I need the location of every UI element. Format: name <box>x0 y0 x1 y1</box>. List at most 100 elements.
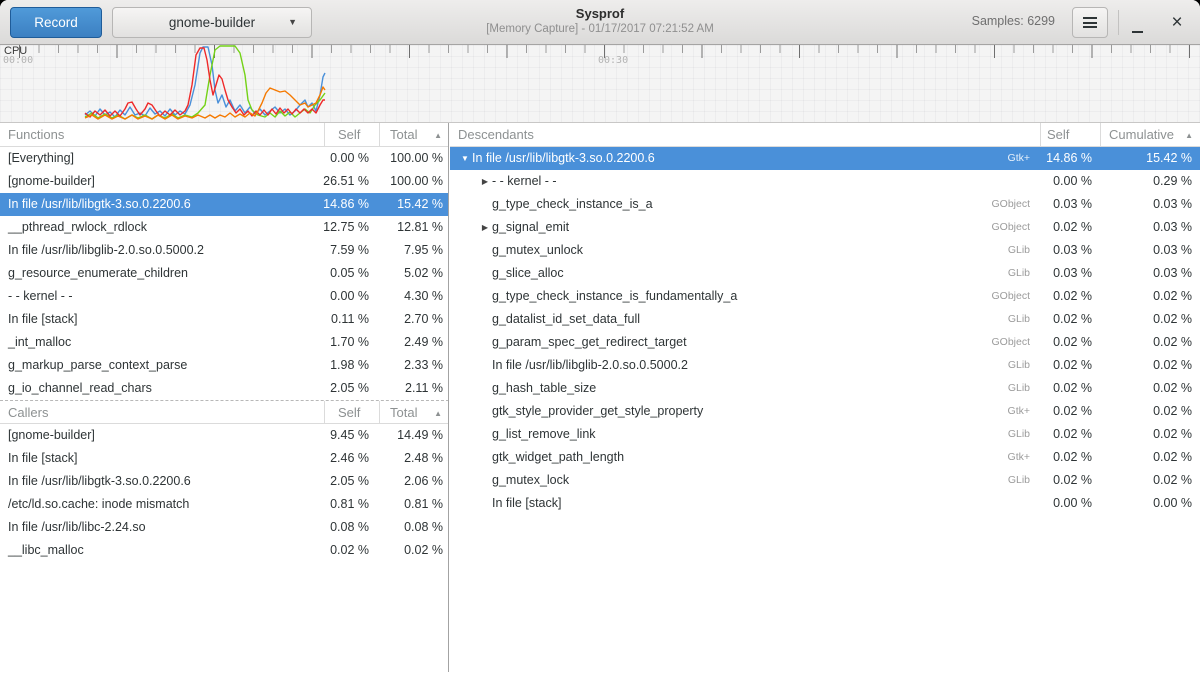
table-row[interactable]: [gnome-builder]9.45 %14.49 % <box>0 424 449 447</box>
tree-row[interactable]: ▼In file /usr/lib/libgtk-3.so.0.2200.6Gt… <box>450 147 1200 170</box>
table-row[interactable]: In file /usr/lib/libgtk-3.so.0.2200.614.… <box>0 193 449 216</box>
tree-row[interactable]: gtk_style_provider_get_style_propertyGtk… <box>450 400 1200 423</box>
self-percent: 0.05 % <box>316 262 379 285</box>
tree-row[interactable]: g_param_spec_get_redirect_targetGObject0… <box>450 331 1200 354</box>
library-tag: GObject <box>991 193 1040 216</box>
function-name: __pthread_rwlock_rdlock <box>0 216 316 239</box>
tree-row[interactable]: gtk_widget_path_lengthGtk+0.02 %0.02 % <box>450 446 1200 469</box>
table-row[interactable]: In file [stack]0.11 %2.70 % <box>0 308 449 331</box>
column-header-total[interactable]: Total▲ <box>379 123 449 146</box>
cumulative-percent: 15.42 % <box>1100 147 1200 170</box>
column-header-total-label: Total <box>390 405 417 420</box>
callers-table-header[interactable]: Callers Self Total ▲ <box>0 400 449 424</box>
functions-table-header: Functions Self Total▲ <box>0 123 449 147</box>
column-header-functions[interactable]: Functions <box>0 123 324 146</box>
time-label-mid: 00:30 <box>598 55 628 66</box>
table-row[interactable]: __libc_malloc0.02 %0.02 % <box>0 539 449 562</box>
self-percent: 0.02 % <box>1040 423 1100 446</box>
tree-row[interactable]: g_mutex_lockGLib0.02 %0.02 % <box>450 469 1200 492</box>
cpu-timeline-graph[interactable]: CPU 00:00 00:30 <box>0 45 1200 123</box>
table-row[interactable]: /etc/ld.so.cache: inode mismatch0.81 %0.… <box>0 493 449 516</box>
tree-row[interactable]: In file /usr/lib/libglib-2.0.so.0.5000.2… <box>450 354 1200 377</box>
tree-row[interactable]: g_type_check_instance_is_fundamentally_a… <box>450 285 1200 308</box>
self-percent: 2.05 % <box>316 377 379 400</box>
library-tag: GLib <box>1008 308 1040 331</box>
table-row[interactable]: In file /usr/lib/libglib-2.0.so.0.5000.2… <box>0 239 449 262</box>
expander-spacer <box>478 354 492 377</box>
tree-row[interactable]: g_hash_table_sizeGLib0.02 %0.02 % <box>450 377 1200 400</box>
descendant-name: g_datalist_id_set_data_full <box>492 308 1008 331</box>
self-percent: 14.86 % <box>1040 147 1100 170</box>
function-name: [Everything] <box>0 147 316 170</box>
total-percent: 15.42 % <box>379 193 449 216</box>
pane-divider[interactable] <box>448 123 449 672</box>
library-tag: GLib <box>1008 262 1040 285</box>
total-percent: 0.02 % <box>379 539 449 562</box>
table-row[interactable]: g_markup_parse_context_parse1.98 %2.33 % <box>0 354 449 377</box>
descendant-name: g_type_check_instance_is_fundamentally_a <box>492 285 991 308</box>
minimize-icon <box>1132 31 1143 33</box>
record-button[interactable]: Record <box>10 7 102 38</box>
total-percent: 4.30 % <box>379 285 449 308</box>
descendant-name: In file /usr/lib/libglib-2.0.so.0.5000.2 <box>492 354 1008 377</box>
table-row[interactable]: g_io_channel_read_chars2.05 %2.11 % <box>0 377 449 400</box>
library-tag: GObject <box>991 216 1040 239</box>
tree-row[interactable]: g_mutex_unlockGLib0.03 %0.03 % <box>450 239 1200 262</box>
tree-row[interactable]: In file [stack]0.00 %0.00 % <box>450 492 1200 515</box>
self-percent: 0.02 % <box>1040 354 1100 377</box>
descendant-name: g_mutex_unlock <box>492 239 1008 262</box>
table-row[interactable]: - - kernel - -0.00 %4.30 % <box>0 285 449 308</box>
descendant-name: g_mutex_lock <box>492 469 1008 492</box>
close-button[interactable]: × <box>1162 7 1192 38</box>
caller-name: In file /usr/lib/libgtk-3.so.0.2200.6 <box>0 470 316 493</box>
tree-row[interactable]: g_list_remove_linkGLib0.02 %0.02 % <box>450 423 1200 446</box>
table-row[interactable]: g_resource_enumerate_children0.05 %5.02 … <box>0 262 449 285</box>
table-row[interactable]: In file [stack]2.46 %2.48 % <box>0 447 449 470</box>
column-header-self[interactable]: Self <box>324 123 379 146</box>
menu-button[interactable] <box>1072 7 1108 38</box>
cumulative-percent: 0.00 % <box>1100 492 1200 515</box>
self-percent: 0.03 % <box>1040 239 1100 262</box>
caller-name: [gnome-builder] <box>0 424 316 447</box>
table-row[interactable]: __pthread_rwlock_rdlock12.75 %12.81 % <box>0 216 449 239</box>
expander-open-icon[interactable]: ▼ <box>458 147 472 170</box>
cpu-green-line <box>85 46 325 119</box>
descendants-table-body: ▼In file /usr/lib/libgtk-3.so.0.2200.6Gt… <box>450 147 1200 515</box>
function-name: In file [stack] <box>0 308 316 331</box>
expander-spacer <box>478 377 492 400</box>
tree-row[interactable]: g_slice_allocGLib0.03 %0.03 % <box>450 262 1200 285</box>
column-header-cumulative[interactable]: Cumulative▲ <box>1100 123 1200 146</box>
self-percent: 0.81 % <box>316 493 379 516</box>
cumulative-percent: 0.03 % <box>1100 216 1200 239</box>
self-percent: 0.00 % <box>316 285 379 308</box>
tree-row[interactable]: g_type_check_instance_is_aGObject0.03 %0… <box>450 193 1200 216</box>
cpu-red-line <box>85 48 325 117</box>
minimize-button[interactable] <box>1122 7 1152 38</box>
column-header-cumulative-label: Cumulative <box>1109 127 1174 142</box>
total-percent: 2.06 % <box>379 470 449 493</box>
table-row[interactable]: In file /usr/lib/libgtk-3.so.0.2200.62.0… <box>0 470 449 493</box>
expander-spacer <box>478 331 492 354</box>
column-header-self[interactable]: Self <box>1040 123 1100 146</box>
total-percent: 2.11 % <box>379 377 449 400</box>
column-header-total[interactable]: Total ▲ <box>379 401 449 423</box>
sort-ascending-icon: ▲ <box>434 402 442 425</box>
column-header-self[interactable]: Self <box>324 401 379 423</box>
column-header-descendants[interactable]: Descendants <box>450 123 1040 146</box>
self-percent: 1.70 % <box>316 331 379 354</box>
tree-row[interactable]: ▶g_signal_emitGObject0.02 %0.03 % <box>450 216 1200 239</box>
table-row[interactable]: [Everything]0.00 %100.00 % <box>0 147 449 170</box>
table-row[interactable]: In file /usr/lib/libc-2.24.so0.08 %0.08 … <box>0 516 449 539</box>
self-percent: 2.05 % <box>316 470 379 493</box>
column-header-callers[interactable]: Callers <box>0 401 324 423</box>
function-name: g_resource_enumerate_children <box>0 262 316 285</box>
process-selector-dropdown[interactable]: gnome-builder ▼ <box>112 7 312 38</box>
self-percent: 0.02 % <box>1040 285 1100 308</box>
tree-row[interactable]: g_datalist_id_set_data_fullGLib0.02 %0.0… <box>450 308 1200 331</box>
expander-closed-icon[interactable]: ▶ <box>478 216 492 239</box>
table-row[interactable]: _int_malloc1.70 %2.49 % <box>0 331 449 354</box>
tree-row[interactable]: ▶- - kernel - -0.00 %0.29 % <box>450 170 1200 193</box>
expander-closed-icon[interactable]: ▶ <box>478 170 492 193</box>
table-row[interactable]: [gnome-builder]26.51 %100.00 % <box>0 170 449 193</box>
total-percent: 5.02 % <box>379 262 449 285</box>
